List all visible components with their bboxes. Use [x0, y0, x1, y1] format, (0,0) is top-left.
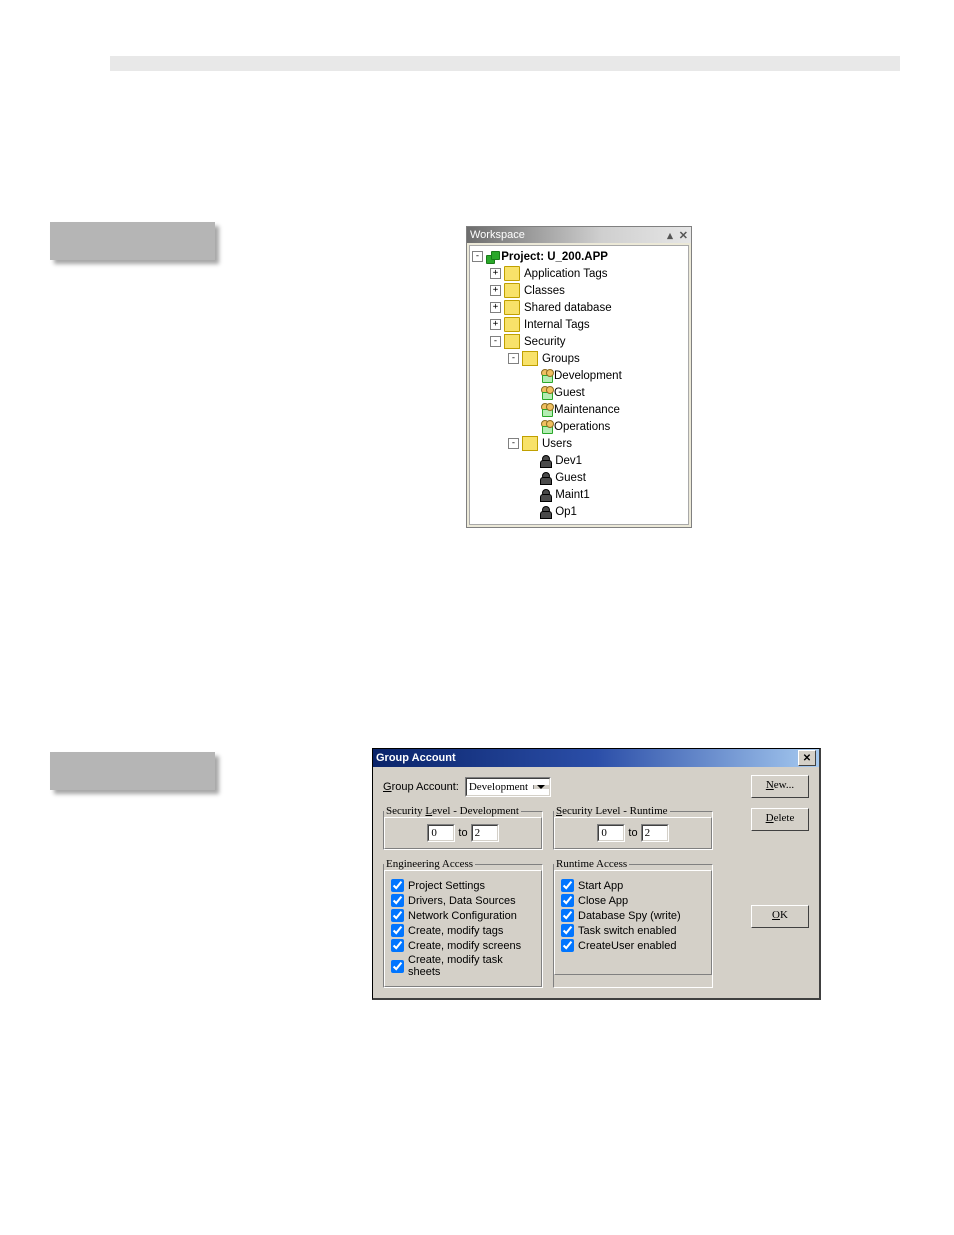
run-from-input[interactable]: [598, 825, 624, 841]
chk-label: Project Settings: [408, 880, 485, 892]
user-icon: [539, 455, 552, 467]
tree-item[interactable]: Classes: [524, 285, 565, 297]
chk-label: Create, modify tags: [408, 925, 503, 937]
dialog-title: Group Account: [376, 752, 456, 764]
chk-create-screens[interactable]: [391, 939, 404, 952]
workspace-title: Workspace: [470, 229, 525, 241]
runtime-access-group: Runtime Access Start App Close App Datab…: [553, 858, 713, 988]
user-icon: [539, 489, 552, 501]
expander-icon[interactable]: +: [490, 302, 501, 313]
engineering-access-group: Engineering Access Project Settings Driv…: [383, 858, 543, 988]
chk-project-settings[interactable]: [391, 879, 404, 892]
expander-icon[interactable]: -: [490, 336, 501, 347]
chk-create-user[interactable]: [561, 939, 574, 952]
dev-to-input[interactable]: [472, 825, 498, 841]
range-to-label: to: [458, 827, 467, 839]
chk-close-app[interactable]: [561, 894, 574, 907]
tree-group[interactable]: Development: [554, 370, 622, 382]
workspace-titlebar: Workspace ▴ ✕: [467, 227, 691, 243]
tree-user[interactable]: Dev1: [555, 455, 582, 467]
pin-icon[interactable]: ▴: [667, 229, 673, 242]
grey-badge-2: [50, 752, 215, 790]
folder-icon: [504, 283, 520, 298]
chk-create-tags[interactable]: [391, 924, 404, 937]
grey-badge-1: [50, 222, 215, 260]
tree-item-security[interactable]: Security: [524, 336, 566, 348]
expander-icon[interactable]: -: [508, 353, 519, 364]
chk-create-tasksheets[interactable]: [391, 960, 404, 973]
expander-icon[interactable]: -: [472, 251, 483, 262]
chk-label: Database Spy (write): [578, 910, 681, 922]
user-icon: [539, 506, 552, 518]
user-icon: [539, 472, 552, 484]
tree-item-groups[interactable]: Groups: [542, 353, 580, 365]
chk-drivers[interactable]: [391, 894, 404, 907]
tree-item[interactable]: Shared database: [524, 302, 612, 314]
close-icon[interactable]: ✕: [679, 229, 688, 242]
delete-button[interactable]: Delete: [751, 808, 809, 831]
folder-open-icon: [522, 351, 538, 366]
group-account-value[interactable]: [467, 781, 533, 793]
group-icon: [539, 369, 554, 382]
tree-item[interactable]: Internal Tags: [524, 319, 590, 331]
dev-from-input[interactable]: [428, 825, 454, 841]
chk-network-config[interactable]: [391, 909, 404, 922]
tree-group[interactable]: Operations: [554, 421, 610, 433]
close-button[interactable]: ✕: [798, 750, 816, 766]
security-level-run-legend: Security Level - Runtime: [554, 805, 670, 817]
runtime-access-legend: Runtime Access: [554, 858, 629, 870]
chk-label: Create, modify screens: [408, 940, 521, 952]
group-icon: [539, 386, 554, 399]
group-account-label: Group Account:: [383, 781, 459, 793]
run-to-input[interactable]: [642, 825, 668, 841]
tree-user[interactable]: Maint1: [555, 489, 590, 501]
project-icon: [486, 251, 498, 263]
workspace-tree[interactable]: - Project: U_200.APP + Application Tags +…: [469, 245, 689, 525]
tree-user[interactable]: Guest: [555, 472, 586, 484]
chk-task-switch[interactable]: [561, 924, 574, 937]
folder-icon: [504, 300, 520, 315]
dialog-titlebar: Group Account ✕: [373, 749, 819, 767]
group-account-dialog: Group Account ✕ Group Account: New... De…: [372, 748, 821, 1000]
tree-group[interactable]: Guest: [554, 387, 585, 399]
tree-item[interactable]: Application Tags: [524, 268, 608, 280]
top-grey-bar: [110, 56, 900, 71]
group-icon: [539, 420, 554, 433]
chk-label: Create, modify task sheets: [408, 954, 535, 978]
chk-label: Close App: [578, 895, 628, 907]
new-button[interactable]: New...: [751, 775, 809, 798]
chk-db-spy[interactable]: [561, 909, 574, 922]
chk-start-app[interactable]: [561, 879, 574, 892]
chk-label: Drivers, Data Sources: [408, 895, 516, 907]
folder-icon: [504, 317, 520, 332]
tree-group[interactable]: Maintenance: [554, 404, 620, 416]
project-label[interactable]: Project: U_200.APP: [501, 251, 608, 263]
security-level-run-group: Security Level - Runtime to: [553, 805, 713, 850]
expander-icon[interactable]: +: [490, 268, 501, 279]
tree-item-users[interactable]: Users: [542, 438, 572, 450]
chk-label: Start App: [578, 880, 623, 892]
group-account-combo[interactable]: [465, 777, 551, 797]
range-to-label: to: [628, 827, 637, 839]
workspace-window: Workspace ▴ ✕ - Project: U_200.APP + Appl…: [466, 226, 692, 528]
chk-label: Network Configuration: [408, 910, 517, 922]
security-level-dev-group: Security Level - Development to: [383, 805, 543, 850]
folder-icon: [504, 266, 520, 281]
chk-label: Task switch enabled: [578, 925, 676, 937]
group-icon: [539, 403, 554, 416]
folder-open-icon: [504, 334, 520, 349]
tree-user[interactable]: Op1: [555, 506, 577, 518]
security-level-dev-legend: Security Level - Development: [384, 805, 521, 817]
dropdown-icon[interactable]: [533, 785, 549, 789]
ok-button[interactable]: OK: [751, 905, 809, 928]
expander-icon[interactable]: +: [490, 285, 501, 296]
engineering-access-legend: Engineering Access: [384, 858, 475, 870]
folder-open-icon: [522, 436, 538, 451]
chk-label: CreateUser enabled: [578, 940, 676, 952]
expander-icon[interactable]: +: [490, 319, 501, 330]
expander-icon[interactable]: -: [508, 438, 519, 449]
